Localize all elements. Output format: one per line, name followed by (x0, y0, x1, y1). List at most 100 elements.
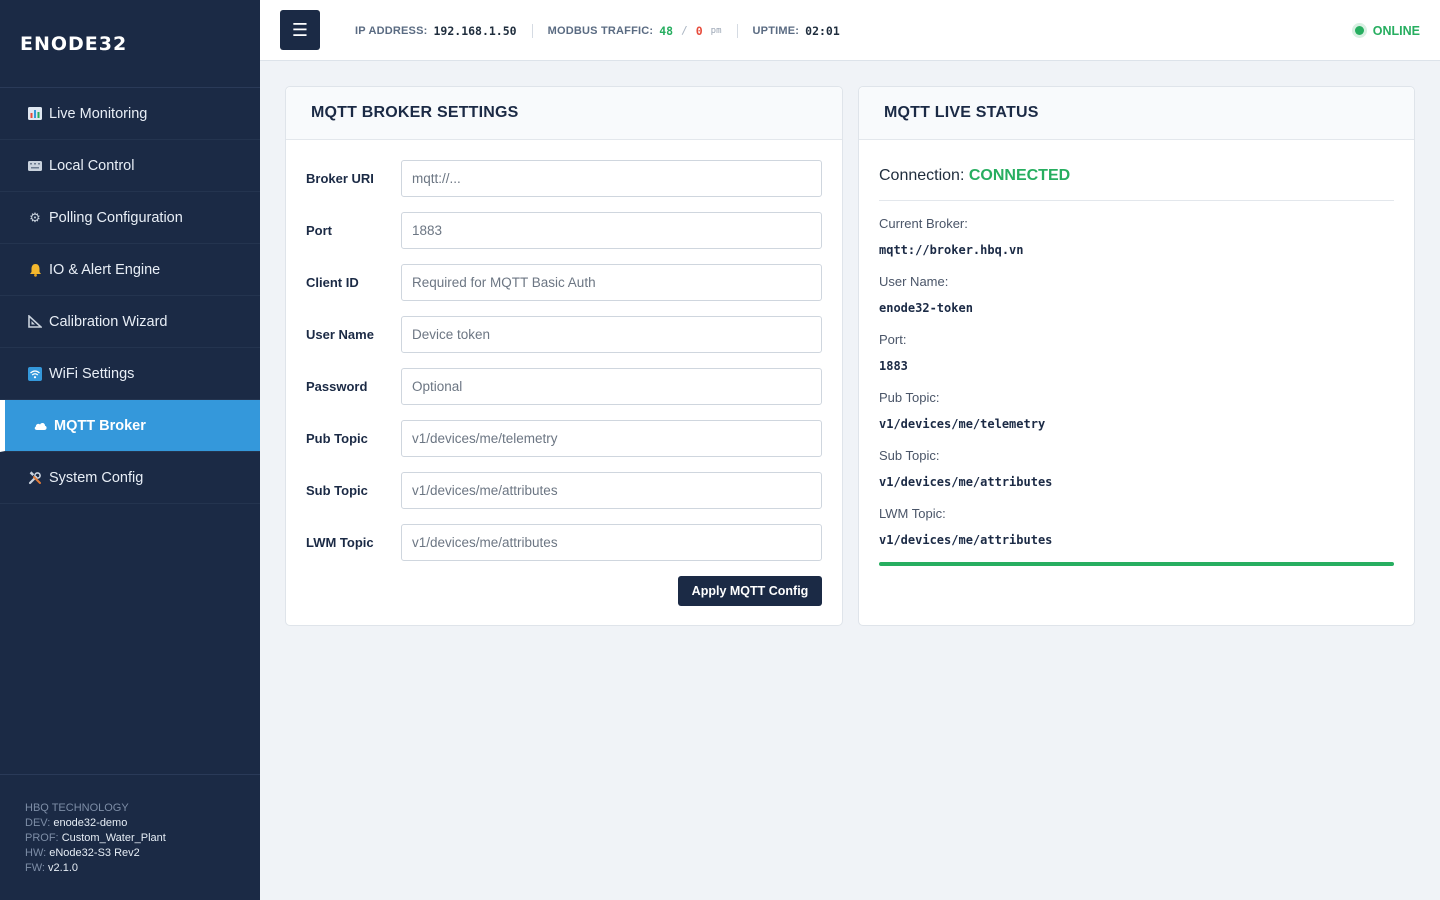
device-id-line: DEV: enode32-demo (25, 817, 128, 829)
status-value: v1/devices/me/attributes (879, 533, 1053, 547)
ip-address-value: 192.168.1.50 (433, 23, 517, 38)
triangle-ruler-icon (27, 315, 43, 329)
status-value: 1883 (879, 359, 908, 373)
status-value: v1/devices/me/telemetry (879, 417, 1046, 431)
profile-line: PROF: Custom_Water_Plant (25, 832, 166, 844)
live-status-body: Connection: CONNECTED Current Broker: mq… (859, 140, 1414, 566)
hamburger-icon: ☰ (291, 19, 309, 40)
password-label: Password (306, 379, 368, 394)
broker-uri-input[interactable] (401, 160, 822, 197)
sidebar-item-label: WiFi Settings (49, 365, 135, 382)
bar-chart-icon (27, 107, 43, 121)
client-id-label: Client ID (306, 275, 359, 290)
bell-icon (27, 263, 43, 277)
form-row-user-name: User Name (306, 316, 822, 353)
sidebar-item-label: Calibration Wizard (49, 313, 168, 330)
sidebar-item-calibration-wizard[interactable]: Calibration Wizard (0, 296, 260, 348)
connection-value: CONNECTED (968, 167, 1071, 184)
form-row-broker-uri: Broker URI (306, 160, 822, 197)
menu-toggle-button[interactable]: ☰ (280, 10, 320, 50)
apply-mqtt-config-button[interactable]: Apply MQTT Config (678, 576, 822, 606)
modbus-traffic-ok-count: 48 (659, 23, 674, 38)
sidebar-nav: Live Monitoring Local Control ⚙ Polling … (0, 88, 260, 504)
status-item-lwm-topic: LWM Topic: v1/devices/me/attributes (879, 506, 1394, 548)
uptime-label: UPTIME: (752, 24, 800, 37)
user-name-label: User Name (306, 327, 374, 342)
port-label: Port (306, 223, 332, 238)
status-key: Sub Topic: (879, 448, 940, 463)
sidebar-item-wifi-settings[interactable]: WiFi Settings (0, 348, 260, 400)
sidebar-item-polling-configuration[interactable]: ⚙ Polling Configuration (0, 192, 260, 244)
keyboard-icon (27, 159, 43, 173)
status-value: enode32-token (879, 301, 973, 315)
modbus-traffic-label: MODBUS TRAFFIC: (547, 24, 654, 37)
uptime-value: 02:01 (805, 23, 840, 38)
lwm-topic-input[interactable] (401, 524, 822, 561)
password-input[interactable] (401, 368, 822, 405)
divider (531, 23, 533, 38)
traffic-unit: pm (710, 25, 722, 36)
company-name: HBQ TECHNOLOGY (25, 802, 129, 814)
top-bar: ☰ IP ADDRESS: 192.168.1.50 MODBUS TRAFFI… (260, 0, 1440, 61)
form-row-port: Port (306, 212, 822, 249)
card-title: MQTT BROKER SETTINGS (286, 87, 842, 140)
device-id: enode32-demo (53, 817, 128, 829)
ip-address-label: IP ADDRESS: (355, 24, 428, 37)
sub-topic-input[interactable] (401, 472, 822, 509)
sidebar-item-mqtt-broker[interactable]: MQTT Broker (0, 400, 260, 452)
mqtt-broker-settings-card: MQTT BROKER SETTINGS Broker URI Port Cli… (285, 86, 843, 626)
sidebar-item-system-config[interactable]: System Config (0, 452, 260, 504)
connection-label: Connection: (879, 167, 965, 184)
status-key: Current Broker: (879, 216, 968, 231)
lwm-topic-label: LWM Topic (306, 535, 374, 550)
modbus-traffic-error-count: 0 (695, 23, 703, 38)
profile-name: Custom_Water_Plant (61, 832, 166, 844)
card-title: MQTT LIVE STATUS (859, 87, 1414, 140)
online-status: ONLINE (1354, 0, 1420, 61)
traffic-separator: / (681, 24, 688, 37)
status-stats: IP ADDRESS: 192.168.1.50 MODBUS TRAFFIC:… (355, 0, 840, 61)
wifi-icon (27, 366, 43, 381)
tools-icon (27, 470, 43, 485)
connection-status: Connection: CONNECTED (879, 167, 1394, 201)
pub-topic-label: Pub Topic (306, 431, 368, 446)
divider (736, 23, 738, 38)
sidebar: ENODE32 Live Monitoring Local Control ⚙ … (0, 0, 260, 900)
status-value: v1/devices/me/attributes (879, 475, 1053, 489)
status-item-pub-topic: Pub Topic: v1/devices/me/telemetry (879, 390, 1394, 432)
user-name-input[interactable] (401, 316, 822, 353)
form-row-lwm-topic: LWM Topic (306, 524, 822, 561)
status-key: Pub Topic: (879, 390, 940, 405)
status-item-user-name: User Name: enode32-token (879, 274, 1394, 316)
hardware-line: HW: eNode32-S3 Rev2 (25, 847, 140, 859)
client-id-input[interactable] (401, 264, 822, 301)
sidebar-item-io-alert-engine[interactable]: IO & Alert Engine (0, 244, 260, 296)
sidebar-item-label: IO & Alert Engine (49, 261, 161, 278)
connection-progress-bar (879, 562, 1394, 566)
status-item-sub-topic: Sub Topic: v1/devices/me/attributes (879, 448, 1394, 490)
port-input[interactable] (401, 212, 822, 249)
status-key: Port: (879, 332, 907, 347)
form-row-password: Password (306, 368, 822, 405)
status-key: User Name: (879, 274, 949, 289)
device-info-footer: HBQ TECHNOLOGY DEV: enode32-demo PROF: C… (0, 774, 260, 900)
hardware-version: eNode32-S3 Rev2 (49, 847, 140, 859)
broker-uri-label: Broker URI (306, 171, 374, 186)
gear-icon: ⚙ (29, 210, 41, 225)
connection-progress-fill (879, 562, 1394, 566)
status-item-current-broker: Current Broker: mqtt://broker.hbq.vn (879, 216, 1394, 258)
form-row-pub-topic: Pub Topic (306, 420, 822, 457)
status-dot-icon (1354, 26, 1364, 35)
sidebar-item-label: MQTT Broker (54, 417, 146, 434)
sidebar-item-live-monitoring[interactable]: Live Monitoring (0, 88, 260, 140)
sidebar-item-local-control[interactable]: Local Control (0, 140, 260, 192)
online-status-label: ONLINE (1372, 23, 1420, 38)
form-row-client-id: Client ID (306, 264, 822, 301)
firmware-version: v2.1.0 (48, 862, 78, 874)
mqtt-live-status-card: MQTT LIVE STATUS Connection: CONNECTED C… (858, 86, 1415, 626)
firmware-line: FW: v2.1.0 (25, 862, 78, 874)
pub-topic-input[interactable] (401, 420, 822, 457)
form-actions: Apply MQTT Config (306, 576, 822, 606)
form-row-sub-topic: Sub Topic (306, 472, 822, 509)
sidebar-item-label: Live Monitoring (49, 105, 148, 122)
